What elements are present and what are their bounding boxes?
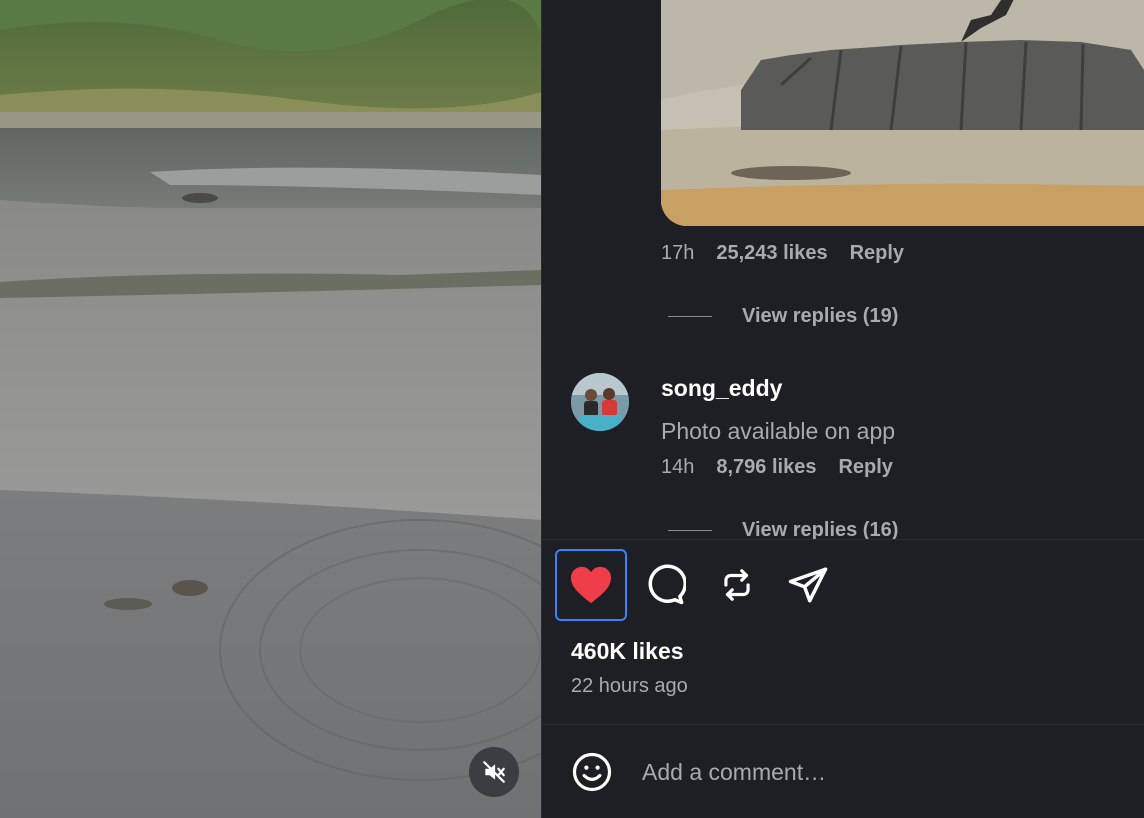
view-replies-label: View replies (19): [742, 305, 899, 327]
share-button[interactable]: [772, 549, 844, 621]
comment-button[interactable]: [629, 549, 701, 621]
comment-meta: 17h 25,243 likes Reply: [661, 242, 904, 265]
comment-meta: 14h 8,796 likes Reply: [661, 456, 893, 479]
post-viewer: 17h 25,243 likes Reply View replies (19): [0, 0, 1144, 818]
view-replies-button[interactable]: View replies (16): [668, 519, 898, 540]
comment-likes[interactable]: 8,796 likes: [716, 456, 816, 479]
like-button[interactable]: [555, 549, 627, 621]
video-frame: [0, 0, 541, 818]
reply-button[interactable]: Reply: [850, 242, 904, 265]
comment-time: 14h: [661, 456, 695, 478]
replies-divider-line: [668, 530, 712, 531]
composer-divider: [542, 724, 1144, 725]
muted-speaker-icon: [483, 761, 505, 783]
view-replies-button[interactable]: View replies (19): [668, 305, 898, 328]
comment-bubble-icon: [648, 564, 686, 605]
comment-input[interactable]: [642, 752, 1112, 792]
post-likes-count[interactable]: 460K likes: [571, 638, 684, 665]
comment-time: 17h: [661, 242, 695, 264]
comment-username[interactable]: song_eddy: [661, 375, 782, 402]
smiley-icon: [572, 752, 612, 792]
heart-filled-icon: [571, 566, 611, 604]
video-player[interactable]: [0, 0, 541, 818]
avatar[interactable]: [571, 373, 629, 431]
comments-panel: 17h 25,243 likes Reply View replies (19): [542, 0, 1144, 818]
send-icon: [788, 567, 828, 603]
reply-button[interactable]: Reply: [838, 456, 892, 479]
view-replies-label: View replies (16): [742, 519, 899, 540]
emoji-button[interactable]: [570, 750, 614, 794]
replies-divider-line: [668, 316, 712, 317]
comment-text: Photo available on app: [661, 418, 896, 444]
comment-photo-image: [661, 0, 1144, 226]
mute-button[interactable]: [469, 747, 519, 797]
comment-photo[interactable]: [661, 0, 1144, 226]
avatar-image: [571, 373, 629, 431]
actions-divider: [542, 539, 1144, 540]
repost-button[interactable]: [701, 549, 773, 621]
post-timestamp: 22 hours ago: [571, 675, 688, 697]
comments-list[interactable]: 17h 25,243 likes Reply View replies (19): [542, 0, 1144, 540]
repost-icon: [724, 569, 750, 601]
comment-likes[interactable]: 25,243 likes: [716, 242, 827, 265]
